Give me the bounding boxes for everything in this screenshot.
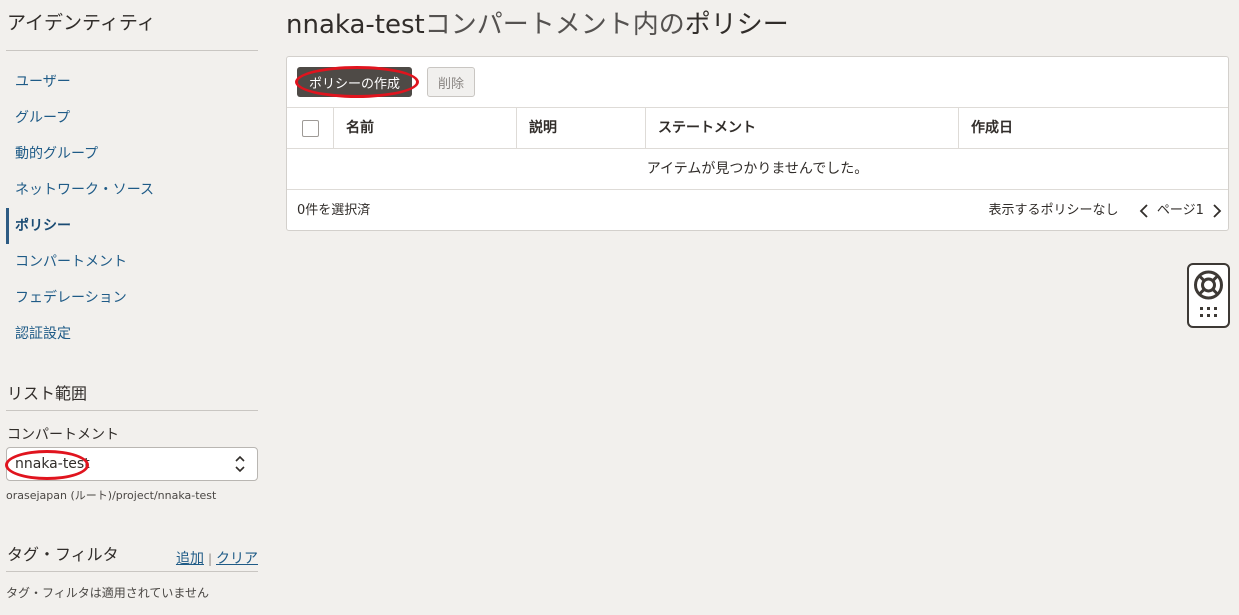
chevron-up-down-icon <box>235 455 245 473</box>
column-header-statements[interactable]: ステートメント <box>645 108 958 149</box>
select-all-cell <box>287 108 333 149</box>
divider <box>6 50 258 51</box>
oci-policies-page: アイデンティティ ユーザー グループ 動的グループ ネットワーク・ソース ポリシ… <box>0 0 1239 615</box>
column-header-created[interactable]: 作成日 <box>958 108 1228 149</box>
policies-table-card: ポリシーの作成 削除 名前 説明 ステートメント 作成日 アイテムが見つかりませ… <box>286 56 1229 231</box>
table-footer: 0件を選択済 表示するポリシーなし ページ1 <box>287 190 1228 231</box>
column-header-name[interactable]: 名前 <box>333 108 516 149</box>
sidebar-nav: ユーザー グループ 動的グループ ネットワーク・ソース ポリシー コンパートメン… <box>0 64 262 352</box>
tag-filter-note: タグ・フィルタは適用されていません <box>6 586 210 600</box>
pagination: 表示するポリシーなし ページ1 <box>989 190 1224 231</box>
page-title: nnaka-testコンパートメント内のポリシー <box>286 4 789 41</box>
chevron-right-icon[interactable] <box>1208 203 1224 219</box>
sidebar-item-label: 認証設定 <box>15 326 71 342</box>
compartment-select[interactable]: nnaka-test <box>6 447 258 481</box>
sidebar-item-dynamic-groups[interactable]: 動的グループ <box>0 136 262 172</box>
sidebar-item-label: ポリシー <box>15 218 71 234</box>
sidebar-item-compartments[interactable]: コンパートメント <box>0 244 262 280</box>
tag-filter-heading: タグ・フィルタ <box>7 545 119 564</box>
column-header-description[interactable]: 説明 <box>516 108 645 149</box>
sidebar-item-label: フェデレーション <box>15 290 127 306</box>
page-title-resource: ポリシー <box>684 10 789 40</box>
sidebar-item-groups[interactable]: グループ <box>0 100 262 136</box>
sidebar-title: アイデンティティ <box>7 12 156 34</box>
divider <box>6 571 258 572</box>
help-widget[interactable] <box>1187 263 1230 328</box>
chevron-left-icon[interactable] <box>1137 203 1153 219</box>
table-header: 名前 説明 ステートメント 作成日 <box>287 108 1228 149</box>
sidebar-item-label: 動的グループ <box>15 146 99 162</box>
compartment-label: コンパートメント <box>7 427 119 443</box>
sidebar-item-label: コンパートメント <box>15 254 127 270</box>
tag-filter-clear-link[interactable]: クリア <box>216 551 258 567</box>
link-separator: | <box>207 552 212 566</box>
sidebar-item-policies[interactable]: ポリシー <box>0 208 262 244</box>
lifebuoy-icon[interactable] <box>1189 265 1228 326</box>
selected-count: 0件を選択済 <box>297 203 371 218</box>
tag-filter-links: 追加 | クリア <box>176 548 258 568</box>
sidebar-item-users[interactable]: ユーザー <box>0 64 262 100</box>
page-title-middle: コンパートメント内の <box>424 10 685 40</box>
list-scope-heading: リスト範囲 <box>7 384 88 403</box>
sidebar-item-authentication-settings[interactable]: 認証設定 <box>0 316 262 352</box>
sidebar-item-label: グループ <box>15 110 71 126</box>
grid-dots-icon[interactable] <box>1200 307 1217 317</box>
compartment-select-value: nnaka-test <box>15 456 90 472</box>
sidebar-item-federation[interactable]: フェデレーション <box>0 280 262 316</box>
delete-button[interactable]: 削除 <box>427 67 476 97</box>
compartment-path: orasejapan (ルート)/project/nnaka-test <box>6 489 217 502</box>
create-policy-button[interactable]: ポリシーの作成 <box>297 67 413 97</box>
tag-filter-add-link[interactable]: 追加 <box>176 551 204 567</box>
select-all-checkbox[interactable] <box>302 120 319 137</box>
table-toolbar: ポリシーの作成 削除 <box>287 57 1228 108</box>
page-title-compartment: nnaka-test <box>286 10 425 40</box>
sidebar: アイデンティティ ユーザー グループ 動的グループ ネットワーク・ソース ポリシ… <box>0 0 262 615</box>
sidebar-item-label: ネットワーク・ソース <box>15 182 155 198</box>
sidebar-item-network-sources[interactable]: ネットワーク・ソース <box>0 172 262 208</box>
empty-message: アイテムが見つかりませんでした。 <box>287 149 1228 190</box>
page-indicator: ページ1 <box>1156 203 1204 218</box>
pager-status: 表示するポリシーなし <box>988 203 1119 218</box>
divider <box>6 410 258 411</box>
sidebar-item-label: ユーザー <box>15 74 71 90</box>
